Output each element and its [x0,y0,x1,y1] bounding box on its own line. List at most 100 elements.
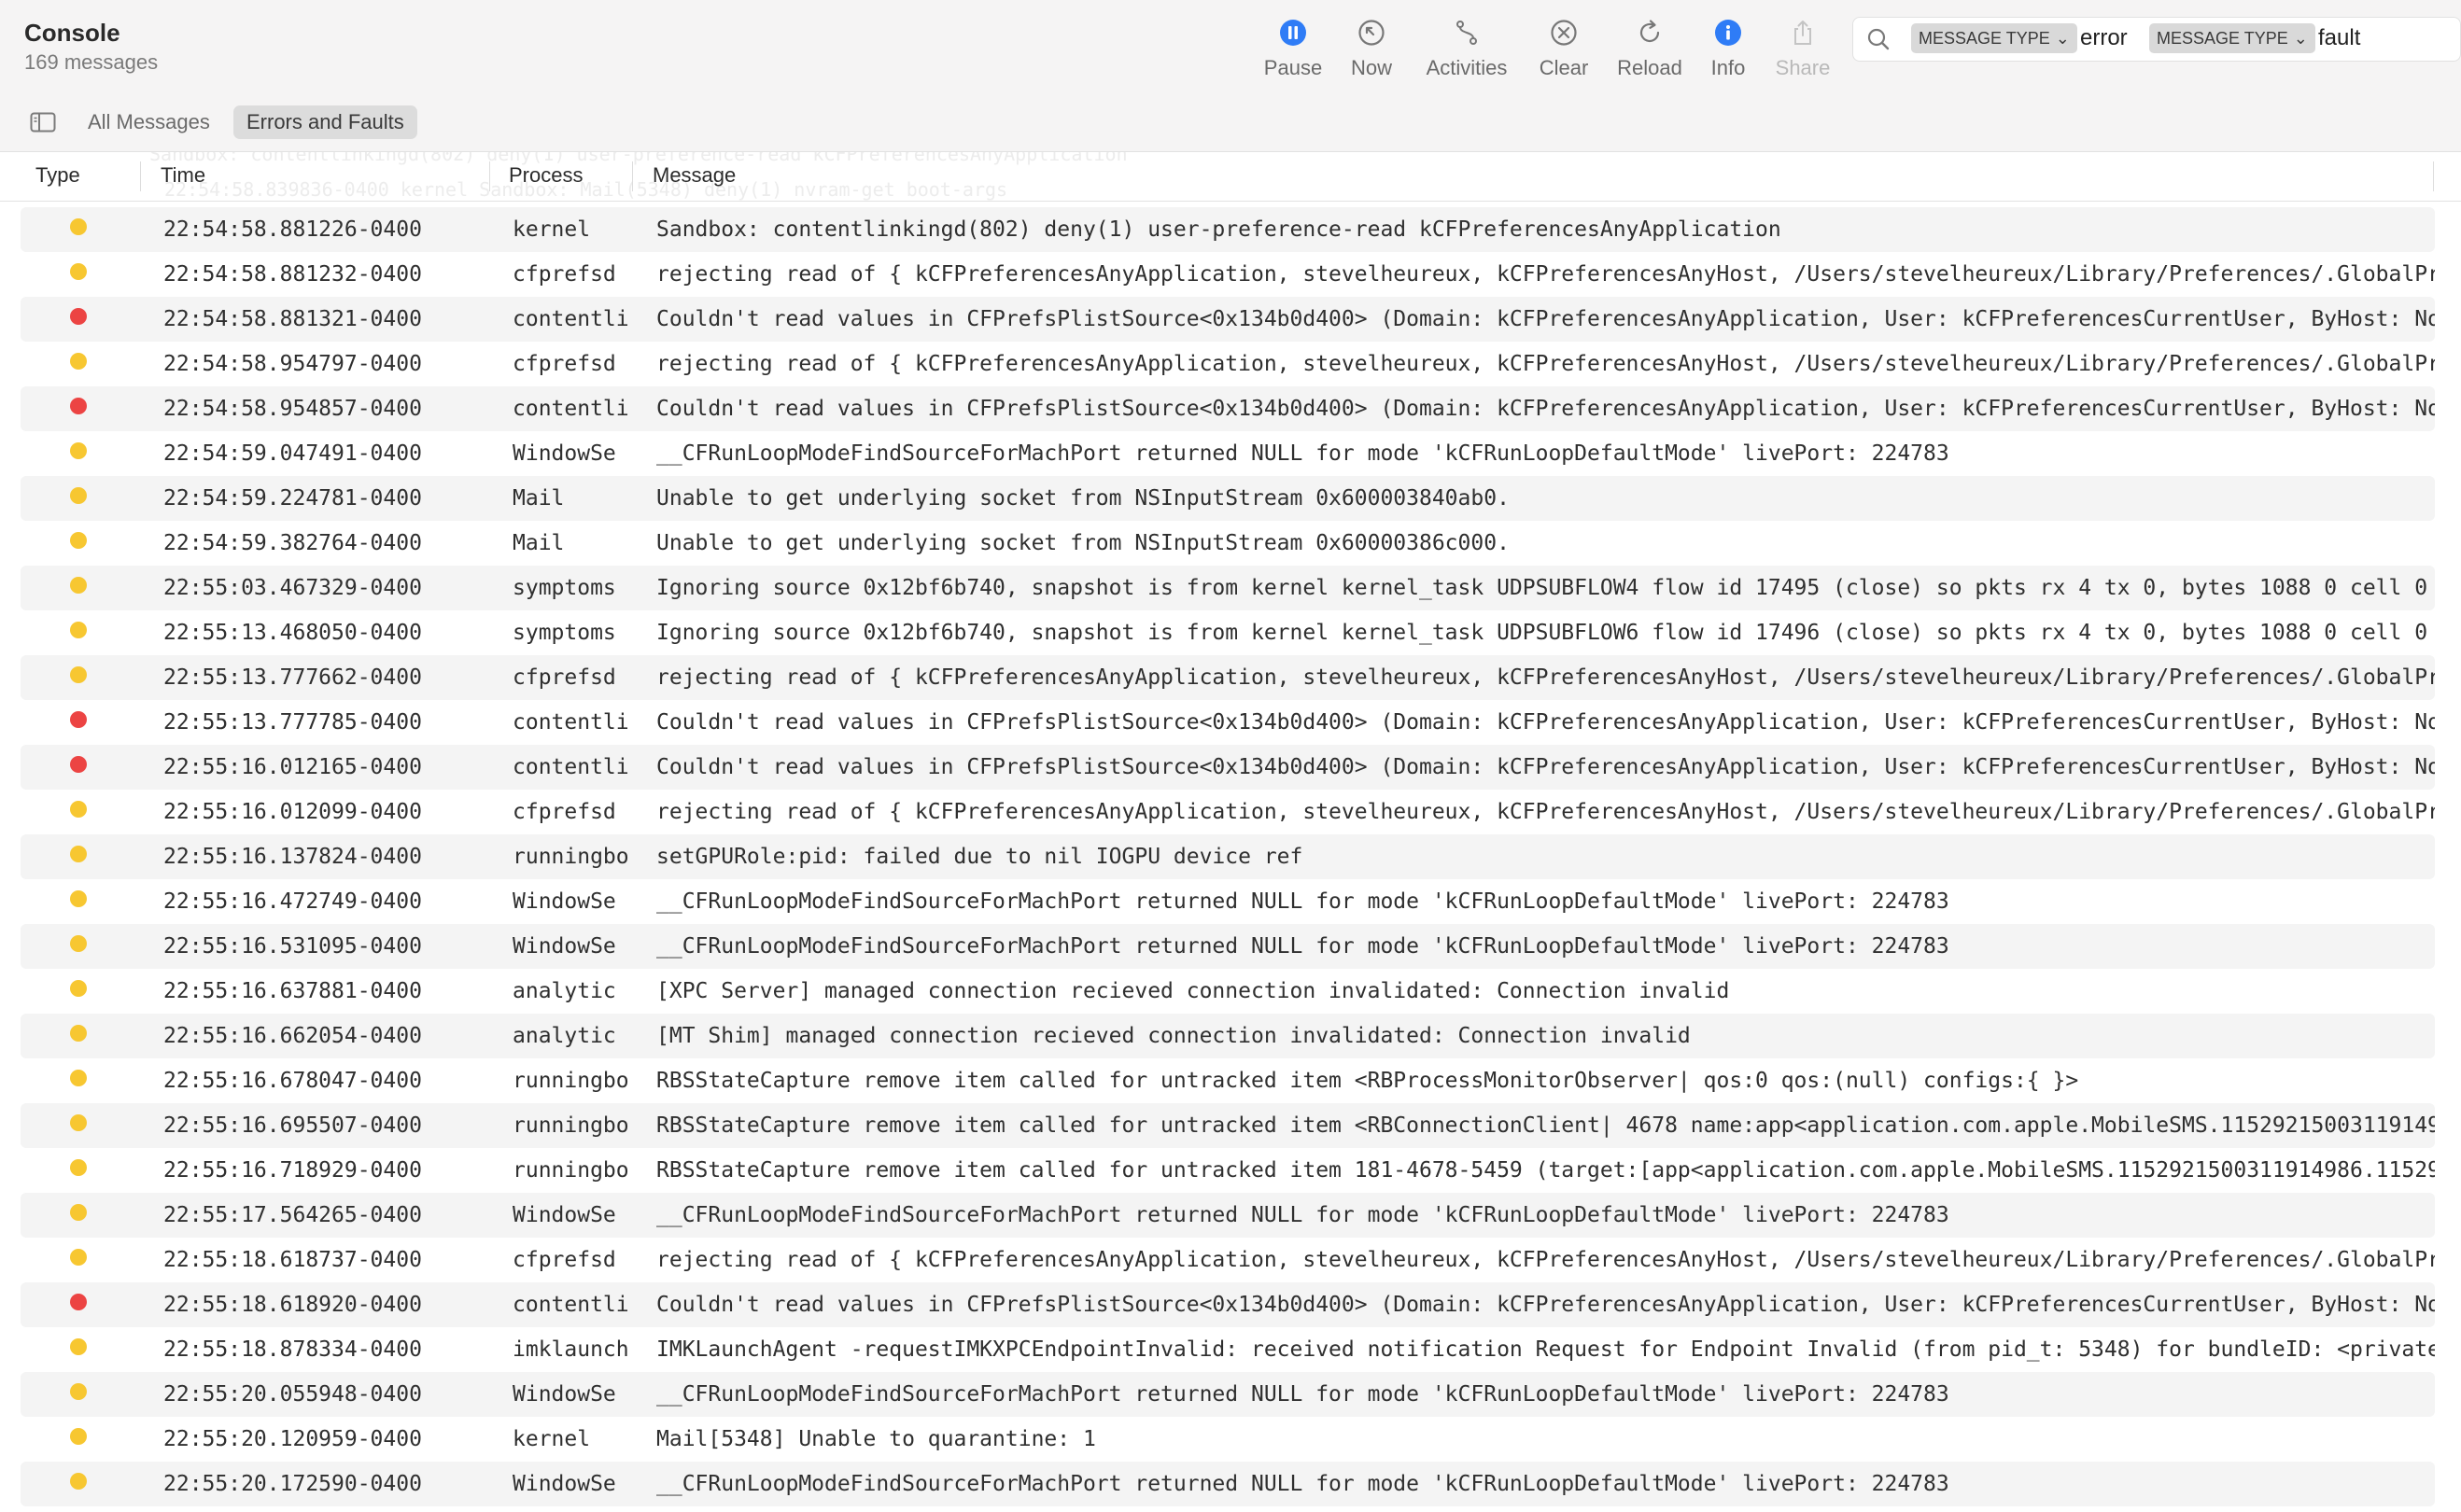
table-row[interactable]: 22:55:16.678047-0400 runningbo RBSStateCap… [21,1058,2435,1103]
table-row[interactable]: 22:55:16.662054-0400 analytic [MT Shim] ma… [21,1014,2435,1058]
default-indicator-icon [70,890,87,907]
process-cell: contentli [513,1293,629,1317]
table-row[interactable]: 22:55:13.777785-0400 contentli Couldn't re… [21,700,2435,745]
time-cell: 22:55:18.618737-0400 [163,1248,422,1272]
chevron-down-icon: ⌄ [2055,29,2070,48]
token-type-2[interactable]: MESSAGE TYPE ⌄ [2149,23,2315,53]
time-cell: 22:55:16.137824-0400 [163,845,422,869]
table-row[interactable]: 22:54:59.047491-0400 WindowSe __CFRunLoopM… [21,431,2435,476]
process-cell: cfprefsd [513,665,616,690]
table-row[interactable]: 22:55:18.618737-0400 cfprefsd rejecting re… [21,1238,2435,1282]
table-row[interactable]: 22:55:17.564265-0400 WindowSe __CFRunLoopM… [21,1193,2435,1238]
time-cell: 22:55:16.531095-0400 [163,934,422,959]
time-cell: 22:54:58.881232-0400 [163,262,422,287]
default-indicator-icon [70,1473,87,1490]
table-row[interactable]: 22:55:16.012099-0400 cfprefsd rejecting re… [21,790,2435,834]
table-row[interactable]: 22:55:20.055948-0400 WindowSe __CFRunLoopM… [21,1372,2435,1417]
process-cell: cfprefsd [513,352,616,376]
default-indicator-icon [70,1383,87,1400]
time-cell: 22:55:20.172590-0400 [163,1472,422,1496]
log-table[interactable]: 22:54:58.881226-0400 kernel Sandbox: conte… [0,200,2461,1512]
column-divider[interactable] [140,161,141,191]
default-indicator-icon [70,1249,87,1266]
token-value-1[interactable]: error [2080,25,2128,51]
time-cell: 22:55:16.012165-0400 [163,755,422,779]
process-cell: WindowSe [513,1382,616,1407]
error-indicator-icon [70,398,87,414]
now-label: Now [1350,56,1392,79]
message-cell: __CFRunLoopModeFindSourceForMachPort ret… [656,441,1949,466]
error-indicator-icon [70,711,87,728]
column-header-message[interactable]: Message [653,163,736,188]
column-header-type[interactable]: Type [35,163,80,188]
message-cell: Mail[5348] Unable to quarantine: 1 [656,1427,1096,1451]
time-cell: 22:54:58.954797-0400 [163,352,422,376]
process-cell: runningbo [513,1069,629,1093]
time-cell: 22:55:16.695507-0400 [163,1113,422,1138]
table-row[interactable]: 22:55:16.718929-0400 runningbo RBSStateCap… [21,1148,2435,1193]
table-row[interactable]: 22:55:16.137824-0400 runningbo setGPURole:… [21,834,2435,879]
table-row[interactable]: 22:55:16.637881-0400 analytic [XPC Server]… [21,969,2435,1014]
time-cell: 22:55:03.467329-0400 [163,576,422,600]
share-button[interactable]: Share [1751,19,1854,93]
column-header-process[interactable]: Process [509,163,583,188]
time-cell: 22:55:13.468050-0400 [163,621,422,645]
default-indicator-icon [70,218,87,235]
table-row[interactable]: 22:55:16.695507-0400 runningbo RBSStateCap… [21,1103,2435,1148]
table-row[interactable]: 22:54:58.881232-0400 cfprefsd rejecting re… [21,252,2435,297]
time-cell: 22:55:18.878334-0400 [163,1337,422,1362]
table-row[interactable]: 22:54:58.954797-0400 cfprefsd rejecting re… [21,342,2435,386]
default-indicator-icon [70,1204,87,1221]
table-row[interactable]: 22:55:20.172590-0400 WindowSe __CFRunLoopM… [21,1462,2435,1506]
time-cell: 22:54:59.382764-0400 [163,531,422,555]
search-field[interactable]: MESSAGE TYPE ⌄ error MESSAGE TYPE ⌄ fault [1852,17,2461,62]
process-cell: cfprefsd [513,1248,616,1272]
token-value-2[interactable]: fault [2318,25,2360,51]
share-icon [1794,21,1811,45]
table-row[interactable]: 22:55:20.120959-0400 kernel Mail[5348] Una… [21,1417,2435,1462]
process-cell: kernel [513,1427,591,1451]
process-cell: WindowSe [513,441,616,466]
column-divider[interactable] [632,161,633,191]
now-button[interactable]: Now [1320,19,1423,93]
tab-all-messages[interactable]: All Messages [75,105,223,139]
message-cell: rejecting read of { kCFPreferencesAnyApp… [656,665,2435,690]
message-cell: IMKLaunchAgent -requestIMKXPCEndpointInv… [656,1337,2435,1362]
table-row[interactable]: 22:55:18.878334-0400 imklaunch IMKLaunchAg… [21,1327,2435,1372]
scrolled-row-ghost: 22:54:58.839836-0400 kernel Sandbox: Mai… [164,178,1008,201]
time-cell: 22:54:58.881321-0400 [163,307,422,331]
column-divider[interactable] [489,161,490,191]
table-row[interactable]: 22:55:16.531095-0400 WindowSe __CFRunLoopM… [21,924,2435,969]
message-cell: [MT Shim] managed connection recieved co… [656,1024,1691,1048]
token-type-1-label: MESSAGE TYPE [1919,29,2050,48]
message-cell: Couldn't read values in CFPrefsPlistSour… [656,307,2435,331]
token-type-2-label: MESSAGE TYPE [2157,29,2288,48]
tab-errors-and-faults[interactable]: Errors and Faults [233,105,417,139]
activities-button[interactable]: Activities [1415,19,1518,93]
message-cell: rejecting read of { kCFPreferencesAnyApp… [656,262,2435,287]
table-row[interactable]: 22:54:58.881321-0400 contentli Couldn't re… [21,297,2435,342]
table-row[interactable]: 22:54:59.382764-0400 Mail Unable to get un… [21,521,2435,566]
token-type-1[interactable]: MESSAGE TYPE ⌄ [1911,23,2077,53]
process-cell: runningbo [513,845,629,869]
process-cell: contentli [513,755,629,779]
sidebar-toggle-icon[interactable] [30,112,56,133]
search-icon [1867,28,1890,50]
column-divider[interactable] [2433,161,2434,191]
table-row[interactable]: 22:55:13.468050-0400 symptoms Ignoring sou… [21,610,2435,655]
process-cell: WindowSe [513,1203,616,1227]
table-row[interactable]: 22:54:59.224781-0400 Mail Unable to get un… [21,476,2435,521]
table-row[interactable]: 22:55:16.012165-0400 contentli Couldn't re… [21,745,2435,790]
table-row[interactable]: 22:54:58.954857-0400 contentli Couldn't re… [21,386,2435,431]
default-indicator-icon [70,442,87,459]
table-row[interactable]: 22:54:58.881226-0400 kernel Sandbox: conte… [21,207,2435,252]
table-row[interactable]: 22:55:18.618920-0400 contentli Couldn't re… [21,1282,2435,1327]
table-row[interactable]: 22:55:13.777662-0400 cfprefsd rejecting re… [21,655,2435,700]
column-header-time[interactable]: Time [161,163,205,188]
table-row[interactable]: 22:55:16.472749-0400 WindowSe __CFRunLoopM… [21,879,2435,924]
process-cell: contentli [513,307,629,331]
default-indicator-icon [70,1338,87,1355]
table-row[interactable]: 22:55:03.467329-0400 symptoms Ignoring sou… [21,566,2435,610]
pause-circle-icon [1280,20,1306,46]
process-cell: imklaunch [513,1337,629,1362]
